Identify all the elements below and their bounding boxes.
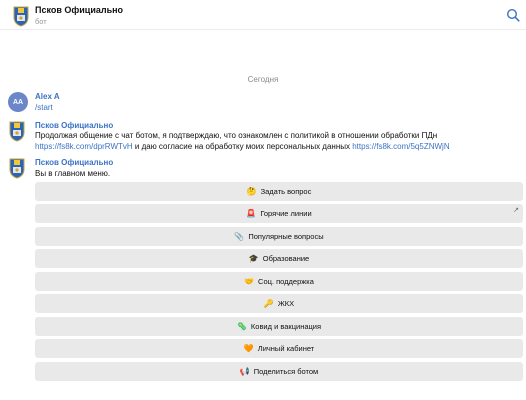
social-support-button[interactable]: 🤝 Соц. поддержка <box>35 272 523 291</box>
external-link-arrow-icon: ↗ <box>513 206 519 214</box>
covid-vaccination-button[interactable]: 🦠 Ковид и вакцинация <box>35 317 523 336</box>
button-label: Поделиться ботом <box>253 367 319 376</box>
orange-heart-icon: 🧡 <box>243 344 254 353</box>
bot-avatar-icon[interactable] <box>8 120 26 142</box>
hotlines-button[interactable]: 🚨 Горячие линии ↗ <box>35 204 523 223</box>
button-label: Популярные вопросы <box>248 232 324 241</box>
message-sender[interactable]: Alex A <box>35 92 60 101</box>
button-label: ЖКХ <box>277 299 295 308</box>
ask-question-button[interactable]: 🤔 Задать вопрос <box>35 182 523 201</box>
message-text: /start <box>35 103 53 112</box>
pskov-coat-of-arms-icon[interactable] <box>12 5 30 27</box>
button-label: Ковид и вакцинация <box>250 322 322 331</box>
graduation-cap-icon: 🎓 <box>248 254 259 263</box>
virus-icon: 🦠 <box>236 322 247 331</box>
message-text-part: и даю согласие на обработку моих персона… <box>132 141 353 151</box>
message-text: Продолжая общение с чат ботом, я подтвер… <box>35 131 515 152</box>
message-bot-consent: Псков Официально Продолжая общение с чат… <box>0 120 526 154</box>
siren-icon: 🚨 <box>246 209 257 218</box>
privacy-policy-link[interactable]: https://fs8k.com/dprRWTvH <box>35 142 133 151</box>
chat-title[interactable]: Псков Официально <box>35 5 123 15</box>
megaphone-icon: 📢 <box>239 367 250 376</box>
chat-header: Псков Официально бот <box>0 0 526 30</box>
message-bot-menu: Псков Официально Вы в главном меню. <box>0 157 526 179</box>
chat-subtitle: бот <box>35 17 47 26</box>
share-bot-button[interactable]: 📢 Поделиться ботом <box>35 362 523 381</box>
search-icon[interactable] <box>506 8 520 22</box>
consent-link[interactable]: https://fs8k.com/5q5ZNWjN <box>352 142 449 151</box>
personal-account-button[interactable]: 🧡 Личный кабинет <box>35 339 523 358</box>
button-label: Соц. поддержка <box>258 277 314 286</box>
message-sender[interactable]: Псков Официально <box>35 158 113 167</box>
button-label: Горячие линии <box>260 209 312 218</box>
button-label: Личный кабинет <box>257 344 315 353</box>
handshake-icon: 🤝 <box>244 277 255 286</box>
popular-questions-button[interactable]: 📎 Популярные вопросы <box>35 227 523 246</box>
key-icon: 🔑 <box>263 299 274 308</box>
button-label: Образование <box>262 254 310 263</box>
date-separator: Сегодня <box>247 75 279 84</box>
housing-utilities-button[interactable]: 🔑 ЖКХ <box>35 294 523 313</box>
message-text-part: Продолжая общение с чат ботом, я подтвер… <box>35 131 438 140</box>
bot-avatar-icon[interactable] <box>8 157 26 179</box>
button-label: Задать вопрос <box>260 187 312 196</box>
message-sender[interactable]: Псков Официально <box>35 121 113 130</box>
message-user: AA Alex A /start <box>0 91 526 115</box>
thinking-face-icon: 🤔 <box>246 187 257 196</box>
avatar[interactable]: AA <box>8 92 28 112</box>
education-button[interactable]: 🎓 Образование <box>35 249 523 268</box>
message-text: Вы в главном меню. <box>35 169 111 178</box>
paperclip-icon: 📎 <box>234 232 245 241</box>
